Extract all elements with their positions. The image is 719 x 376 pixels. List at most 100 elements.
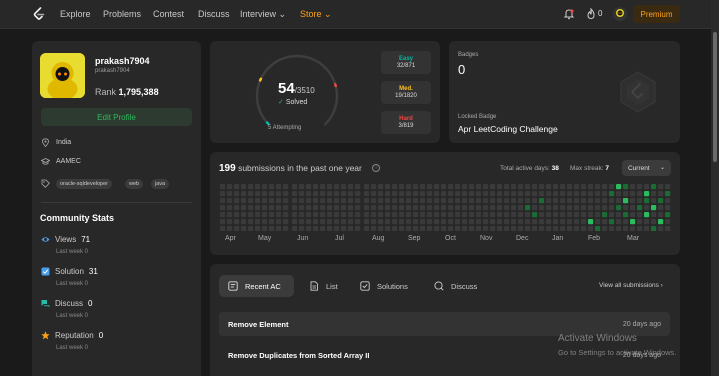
- difficulty-easy[interactable]: Easy 32/871: [381, 51, 431, 74]
- heatmap-cell: [448, 184, 454, 190]
- heatmap-cell: [227, 219, 233, 225]
- location-icon: [42, 138, 49, 147]
- tab-list[interactable]: List: [309, 275, 338, 297]
- skill-tag[interactable]: java: [151, 179, 170, 189]
- heatmap-cell: [378, 226, 384, 231]
- heatmap-cell: [532, 219, 538, 225]
- heatmap-cell: [448, 226, 454, 231]
- heatmap-cell: [616, 212, 622, 218]
- heatmap-cell: [490, 198, 496, 204]
- heatmap-cell: [504, 205, 510, 211]
- heatmap-cell: [427, 205, 433, 211]
- heatmap-cell: [609, 219, 615, 225]
- heatmap-cell: [327, 226, 333, 231]
- heatmap-cell: [476, 212, 482, 218]
- heatmap-cell: [327, 184, 333, 190]
- heatmap-cell: [651, 212, 657, 218]
- heatmap-cell: [469, 184, 475, 190]
- heatmap-cell: [283, 198, 289, 204]
- heatmap-cell: [490, 184, 496, 190]
- heatmap-cell: [341, 191, 347, 197]
- heatmap-cell: [448, 191, 454, 197]
- heatmap-month-label: Feb: [588, 235, 601, 242]
- heatmap-cell: [276, 205, 282, 211]
- tab-solutions[interactable]: Solutions: [360, 275, 408, 297]
- skill-tag[interactable]: web: [125, 179, 144, 189]
- heatmap-cell: [320, 212, 326, 218]
- heatmap-cell: [567, 219, 573, 225]
- heatmap-cell: [525, 198, 531, 204]
- heatmap-cell: [490, 212, 496, 218]
- tab-discuss[interactable]: Discuss: [434, 275, 477, 297]
- heatmap-cell: [574, 191, 580, 197]
- heatmap-cell: [595, 191, 601, 197]
- heatmap-cell: [539, 198, 545, 204]
- heatmap-cell: [385, 205, 391, 211]
- heatmap-cell: [574, 184, 580, 190]
- heatmap-cell: [644, 184, 650, 190]
- heatmap-cell: [234, 219, 240, 225]
- nav-interview[interactable]: Interview ⌄: [240, 9, 286, 20]
- premium-button[interactable]: Premium: [633, 5, 680, 23]
- heatmap-cell: [539, 226, 545, 231]
- nav-problems[interactable]: Problems: [103, 9, 141, 19]
- nav-discuss[interactable]: Discuss: [198, 9, 230, 19]
- heatmap-cell: [306, 184, 312, 190]
- view-all-submissions-link[interactable]: View all submissions ›: [599, 282, 663, 289]
- heatmap-cell: [497, 184, 503, 190]
- heatmap-cell: [392, 205, 398, 211]
- heatmap-cell: [434, 184, 440, 190]
- fire-icon[interactable]: [585, 8, 597, 20]
- heatmap-cell: [413, 219, 419, 225]
- heatmap-cell: [504, 184, 510, 190]
- heatmap-cell: [511, 198, 517, 204]
- leetcode-logo-icon[interactable]: [32, 7, 46, 21]
- tab-recent-ac[interactable]: Recent AC: [219, 275, 294, 297]
- heatmap-cell: [455, 198, 461, 204]
- heatmap-cell: [299, 226, 305, 231]
- heatmap-cell: [539, 205, 545, 211]
- heatmap-cell: [255, 219, 261, 225]
- heatmap-cell: [364, 184, 370, 190]
- heatmap-cell: [348, 219, 354, 225]
- heatmap-month-label: May: [258, 235, 272, 242]
- heatmap-cell: [455, 205, 461, 211]
- heatmap-cell: [341, 184, 347, 190]
- heatmap-cell: [220, 226, 226, 231]
- heatmap-cell: [355, 226, 361, 231]
- heatmap-cell: [567, 184, 573, 190]
- heatmap-cell: [406, 205, 412, 211]
- bell-icon[interactable]: [563, 8, 575, 20]
- activate-windows-subtext: Go to Settings to activate Windows.: [558, 348, 677, 357]
- divider: [41, 202, 192, 203]
- heatmap-cell: [320, 191, 326, 197]
- heatmap-cell: [588, 198, 594, 204]
- heatmap-cell: [497, 205, 503, 211]
- heatmap-cell: [658, 226, 664, 231]
- heatmap-cell: [546, 226, 552, 231]
- heatmap-cell: [427, 226, 433, 231]
- heatmap-cell: [511, 184, 517, 190]
- skill-tag[interactable]: oracle-sqldeveloper: [56, 179, 112, 189]
- edit-profile-button[interactable]: Edit Profile: [41, 108, 192, 126]
- heatmap-cell: [462, 212, 468, 218]
- heatmap-cell: [355, 205, 361, 211]
- stat-solution: Solution 31: [55, 267, 98, 276]
- year-select[interactable]: Current ⌄: [622, 160, 671, 176]
- heatmap-cell: [609, 184, 615, 190]
- heatmap-cell: [413, 198, 419, 204]
- heatmap-cell: [269, 226, 275, 231]
- heatmap-cell: [406, 198, 412, 204]
- info-icon[interactable]: i: [372, 164, 380, 172]
- heatmap-cell: [227, 191, 233, 197]
- difficulty-medium[interactable]: Med. 19/1820: [381, 81, 431, 104]
- heatmap-cell: [364, 226, 370, 231]
- nav-store[interactable]: Store ⌄: [300, 9, 332, 20]
- nav-explore[interactable]: Explore: [60, 9, 91, 19]
- nav-contest[interactable]: Contest: [153, 9, 184, 19]
- heatmap-cell: [255, 191, 261, 197]
- difficulty-hard[interactable]: Hard 3/819: [381, 111, 431, 134]
- heatmap-cell: [371, 219, 377, 225]
- avatar[interactable]: [613, 7, 627, 21]
- scrollbar-thumb[interactable]: [713, 32, 717, 162]
